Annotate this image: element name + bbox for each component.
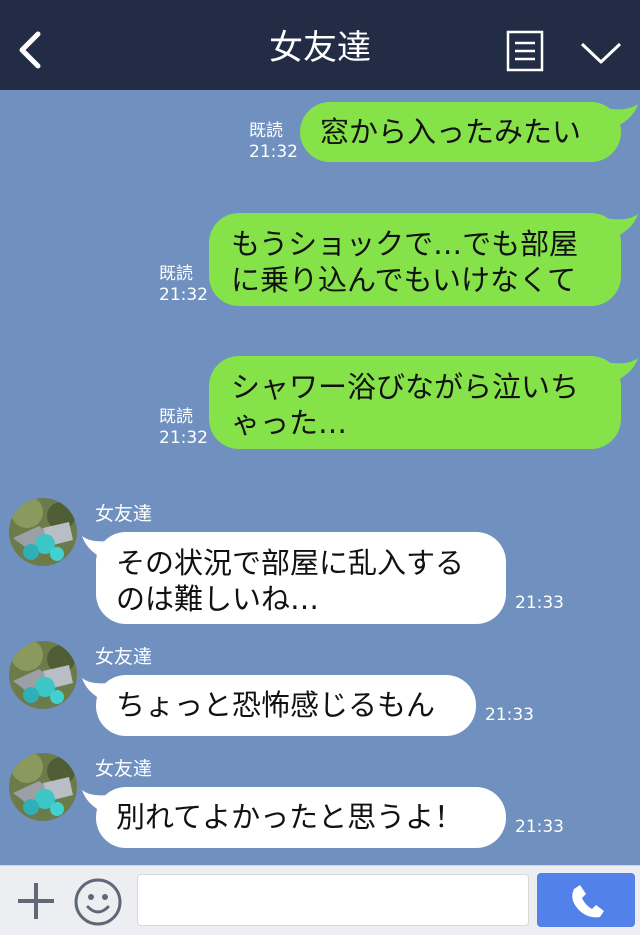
chevron-left-icon (19, 31, 41, 69)
message-text: 別れてよかったと思うよ！ (116, 800, 464, 834)
emoji-button[interactable] (73, 877, 123, 927)
collapse-button[interactable] (578, 38, 624, 68)
chat-area[interactable]: 既読 21:32 窓から入ったみたい 既読 21:32 もうショックで…でも部屋… (0, 90, 640, 865)
menu-list-icon (506, 30, 544, 72)
message-text: 窓から入ったみたい (320, 115, 582, 149)
back-button[interactable] (12, 28, 48, 72)
message-text: のは難しいね… (116, 582, 320, 616)
read-label: 既読 (159, 264, 193, 284)
call-button[interactable] (537, 873, 635, 927)
emoji-icon (74, 878, 122, 926)
message-bubble[interactable]: ちょっと恐怖感じるもん (96, 675, 476, 736)
message-text: その状況で部屋に乱入する (116, 546, 465, 580)
avatar-photo (9, 753, 77, 821)
sender-name: 女友達 (95, 503, 153, 525)
attach-button[interactable] (14, 879, 58, 923)
plus-icon (18, 883, 54, 919)
avatar[interactable] (9, 641, 77, 709)
sender-name: 女友達 (95, 646, 153, 668)
message-input[interactable] (137, 874, 529, 926)
message-time: 21:32 (159, 285, 208, 305)
read-receipt: 既読 21:32 (249, 121, 298, 163)
message-bubble[interactable]: その状況で部屋に乱入する のは難しいね… (96, 532, 506, 624)
message-text: シャワー浴びながら泣いち (231, 370, 580, 404)
message-bubble[interactable]: 窓から入ったみたい (300, 102, 621, 162)
message-bubble[interactable]: 別れてよかったと思うよ！ (96, 787, 506, 848)
message-time: 21:33 (515, 817, 564, 837)
message-bubble[interactable]: シャワー浴びながら泣いち ゃった… (209, 356, 621, 449)
read-receipt: 既読 21:32 (159, 264, 208, 306)
message-text: ゃった… (231, 406, 348, 440)
avatar[interactable] (9, 753, 77, 821)
message-composer (0, 865, 640, 935)
message-time: 21:33 (515, 593, 564, 613)
chevron-down-icon (580, 42, 622, 64)
chat-header: 女友達 (0, 0, 640, 90)
message-bubble[interactable]: もうショックで…でも部屋 に乗り込んでもいけなくて (209, 213, 621, 306)
message-time: 21:32 (159, 428, 208, 448)
message-text: もうショックで…でも部屋 (231, 227, 579, 261)
read-label: 既読 (159, 407, 193, 427)
read-label: 既読 (249, 121, 283, 141)
message-time: 21:33 (485, 705, 534, 725)
sender-name: 女友達 (95, 758, 153, 780)
message-text: に乗り込んでもいけなくて (231, 263, 577, 297)
avatar-photo (9, 641, 77, 709)
read-receipt: 既読 21:32 (159, 407, 208, 449)
menu-button[interactable] (505, 30, 545, 74)
message-time: 21:32 (249, 142, 298, 162)
avatar[interactable] (9, 498, 77, 566)
phone-icon (572, 885, 604, 918)
avatar-photo (9, 498, 77, 566)
message-text: ちょっと恐怖感じるもん (116, 688, 436, 722)
